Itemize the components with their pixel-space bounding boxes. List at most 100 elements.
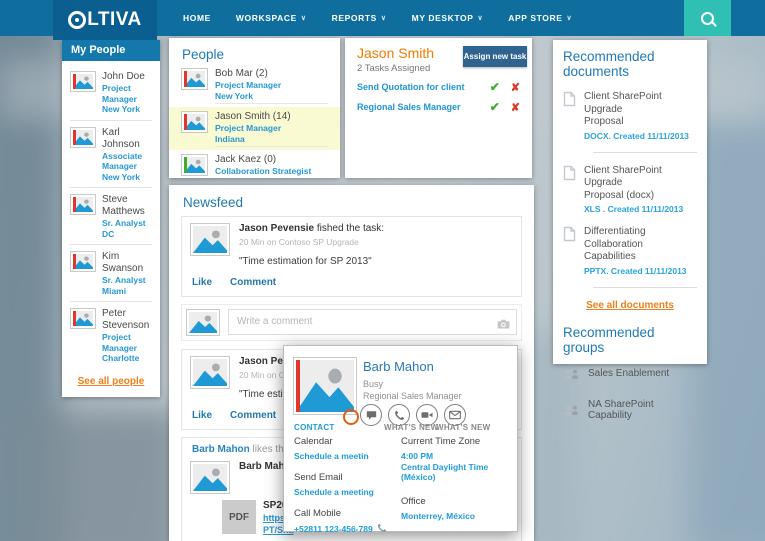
sidebar-person-kim-swanson[interactable]: Kim Swanson Sr. Analyst Miami bbox=[70, 245, 152, 302]
comment-link[interactable]: Comment bbox=[230, 277, 276, 288]
document-meta: DOCX. Created 11/11/2013 bbox=[584, 131, 697, 141]
approve-task-icon[interactable]: ✔ bbox=[490, 100, 500, 114]
write-comment-input[interactable]: Write a comment bbox=[228, 309, 517, 335]
search-button[interactable] bbox=[684, 0, 731, 36]
search-icon bbox=[701, 12, 714, 25]
sidebar-person-steve-matthews[interactable]: Steve Matthews Sr. Analyst DC bbox=[70, 188, 152, 245]
nav-item-my-desktop[interactable]: MY DESKTOP∨ bbox=[412, 13, 484, 23]
document-item[interactable]: Differentiating Collaboration Capabiliti… bbox=[563, 226, 697, 276]
person-role: Associate Manager bbox=[102, 151, 152, 172]
presence-bar bbox=[73, 197, 76, 212]
tab-whats-new-1[interactable]: WHAT'S NEW bbox=[384, 423, 439, 432]
person-location: Charlotte bbox=[102, 353, 152, 364]
camera-icon[interactable] bbox=[497, 316, 510, 334]
image-placeholder-icon bbox=[190, 461, 230, 494]
contact-name-link[interactable]: Barb Mahon bbox=[363, 359, 434, 374]
office-label: Office bbox=[401, 496, 513, 507]
people-row-bob-mar[interactable]: Bob Mar (2) Project Manager New York bbox=[169, 64, 340, 107]
recommended-groups-title: Recommended groups bbox=[563, 325, 697, 355]
sidebar-person-john-doe[interactable]: John Doe Project Manager New York bbox=[70, 65, 152, 121]
schedule-meeting-link[interactable]: Schedule a meeting bbox=[294, 487, 394, 497]
logo-text: LTIVA bbox=[87, 9, 142, 31]
image-placeholder-icon bbox=[70, 194, 96, 215]
image-placeholder-icon bbox=[70, 308, 96, 329]
task-row: Regional Sales Manager ✔ ✘ bbox=[357, 100, 520, 114]
tasks-count-label: 2 Tasks Assigned bbox=[357, 63, 430, 74]
post-quote: "Time estimation for SP 2013" bbox=[239, 256, 384, 267]
schedule-meeting-link[interactable]: Schedule a meetin bbox=[294, 451, 394, 461]
image-placeholder-icon bbox=[190, 223, 230, 256]
call-phone-icon[interactable] bbox=[377, 523, 387, 535]
document-meta: XLS . Created 11/11/2013 bbox=[584, 204, 697, 214]
nav-item-workspace[interactable]: WORKSPACE∨ bbox=[236, 13, 307, 23]
task-link[interactable]: Regional Sales Manager bbox=[357, 102, 490, 112]
image-placeholder-icon bbox=[186, 309, 220, 336]
see-all-documents-link[interactable]: See all documents bbox=[563, 300, 697, 311]
liker-name-link[interactable]: Barb Mahon bbox=[192, 444, 250, 455]
timezone-label: Current Time Zone bbox=[401, 436, 513, 447]
like-link[interactable]: Like bbox=[192, 277, 212, 288]
pdf-file-thumbnail[interactable]: PDF bbox=[222, 500, 256, 534]
document-page-icon bbox=[563, 165, 576, 215]
see-all-people-link[interactable]: See all people bbox=[70, 376, 152, 387]
presence-bar bbox=[73, 254, 76, 269]
divider bbox=[593, 287, 697, 288]
person-role: Project Manager bbox=[215, 123, 328, 134]
contact-card-popup: Barb Mahon Busy Regional Sales Manager C… bbox=[283, 345, 518, 532]
comment-placeholder: Write a comment bbox=[237, 310, 312, 334]
person-location: New York bbox=[102, 104, 152, 115]
image-placeholder-icon bbox=[181, 111, 208, 133]
document-title[interactable]: Client SharePoint Upgrade Proposal bbox=[584, 91, 697, 129]
tab-contact[interactable]: CONTACT bbox=[294, 423, 335, 432]
recommended-documents-title: Recommended documents bbox=[563, 49, 697, 79]
send-email-label: Send Email bbox=[294, 472, 394, 483]
like-link[interactable]: Like bbox=[192, 410, 212, 421]
image-placeholder-icon bbox=[293, 357, 357, 415]
current-time-value: 4:00 PM bbox=[401, 451, 513, 461]
post-meta: 20 Min on Contoso SP Upgrade bbox=[239, 237, 384, 247]
reject-task-icon[interactable]: ✘ bbox=[511, 81, 520, 94]
person-location: New York bbox=[215, 91, 328, 102]
person-location: New York bbox=[102, 172, 152, 183]
people-panel: People Bob Mar (2) Project Manager New Y… bbox=[169, 38, 340, 178]
reject-task-icon[interactable]: ✘ bbox=[511, 101, 520, 114]
image-placeholder-icon bbox=[181, 154, 208, 176]
sidebar-person-peter-stevenson[interactable]: Peter Stevenson Project Manager Charlott… bbox=[70, 302, 152, 369]
document-title[interactable]: Differentiating Collaboration Capabiliti… bbox=[584, 226, 697, 264]
person-name: Karl Johnson bbox=[102, 127, 152, 151]
nav-item-app-store[interactable]: APP STORE∨ bbox=[508, 13, 572, 23]
comment-link[interactable]: Comment bbox=[230, 410, 276, 421]
document-item[interactable]: Client SharePoint Upgrade Proposal (docx… bbox=[563, 165, 697, 215]
sidebar-person-karl-johnson[interactable]: Karl Johnson Associate Manager New York bbox=[70, 121, 152, 189]
document-meta: PPTX. Created 11/11/2013 bbox=[584, 266, 697, 276]
document-title[interactable]: Client SharePoint Upgrade Proposal (docx… bbox=[584, 165, 697, 203]
image-placeholder-icon bbox=[70, 127, 96, 148]
presence-bar bbox=[73, 311, 76, 326]
image-placeholder-icon bbox=[181, 68, 208, 90]
nav-item-home[interactable]: HOME bbox=[183, 13, 211, 23]
nav-item-reports[interactable]: REPORTS∨ bbox=[332, 13, 387, 23]
person-name: Kim Swanson bbox=[102, 251, 152, 275]
task-link[interactable]: Send Quotation for client bbox=[357, 82, 490, 92]
mobile-phone-link[interactable]: +52811 123-456-789 bbox=[294, 524, 373, 534]
person-role: Sr. Analyst bbox=[102, 218, 152, 229]
person-role: Sr. Analyst bbox=[102, 275, 152, 286]
approve-task-icon[interactable]: ✔ bbox=[490, 80, 500, 94]
person-name: Steve Matthews bbox=[102, 194, 152, 218]
people-row-jack-kaez[interactable]: Jack Kaez (0) Collaboration Strategist F… bbox=[169, 150, 340, 178]
group-item-na-sharepoint[interactable]: NA SharePoint Capability bbox=[563, 399, 697, 427]
post-author[interactable]: Jason Pevensie bbox=[239, 223, 314, 234]
document-item[interactable]: Client SharePoint Upgrade Proposal DOCX.… bbox=[563, 91, 697, 141]
person-name: Jason Smith (14) bbox=[215, 111, 328, 123]
group-item-sales-enablement[interactable]: Sales Enablement bbox=[563, 368, 697, 386]
brand-logo[interactable]: LTIVA bbox=[53, 0, 157, 40]
assign-new-task-button[interactable]: Assign new task bbox=[463, 46, 527, 67]
person-role: Collaboration Strategist bbox=[215, 166, 328, 177]
tab-whats-new-2[interactable]: WHAT'S NEW bbox=[436, 423, 491, 432]
person-role: Project Manager bbox=[215, 80, 328, 91]
selection-ring-indicator bbox=[343, 409, 359, 425]
people-row-jason-smith-selected[interactable]: Jason Smith (14) Project Manager Indiana bbox=[169, 107, 340, 150]
chevron-down-icon: ∨ bbox=[567, 15, 573, 22]
logo-o-icon bbox=[68, 11, 86, 29]
chat-bubble-icon[interactable] bbox=[360, 404, 382, 426]
